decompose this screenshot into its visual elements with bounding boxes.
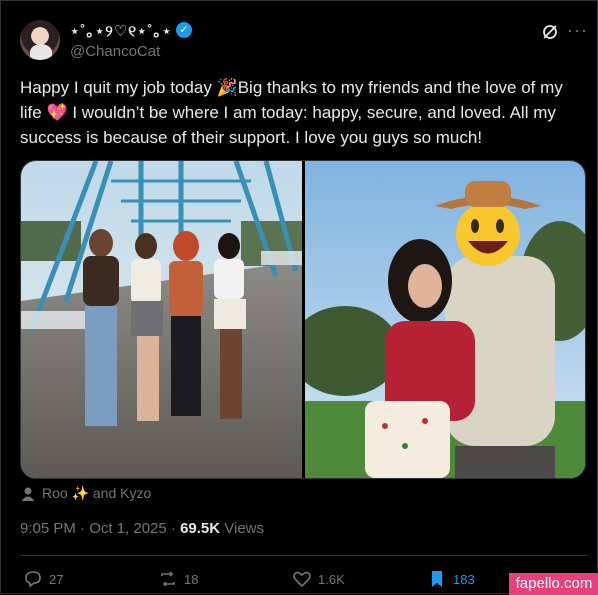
media-grid xyxy=(20,160,586,479)
reply-button[interactable]: 27 xyxy=(23,569,63,589)
watermark-label: fapello.com xyxy=(509,573,598,595)
photo-couple[interactable] xyxy=(305,161,585,478)
tweet-timestamp[interactable]: 9:05 PM · Oct 1, 2025 · xyxy=(20,520,180,537)
tagged-people[interactable]: Roo ✨ and Kyzo xyxy=(20,485,151,502)
like-count: 1.6K xyxy=(318,571,345,587)
repost-count: 18 xyxy=(184,571,199,587)
avatar[interactable] xyxy=(20,20,60,60)
reply-count: 27 xyxy=(49,571,64,587)
views-count: 69.5K xyxy=(180,520,221,537)
photo-friends-on-bridge[interactable] xyxy=(21,161,302,478)
reply-icon xyxy=(25,571,41,588)
tweet-meta: 9:05 PM · Oct 1, 2025 · 69.5K Views xyxy=(20,520,264,537)
bookmark-button[interactable]: 183 xyxy=(427,569,475,589)
repost-button[interactable]: 18 xyxy=(158,569,198,589)
like-icon xyxy=(293,571,311,588)
like-button[interactable]: 1.6K xyxy=(292,569,345,589)
grok-icon[interactable] xyxy=(541,23,559,41)
bookmark-count: 183 xyxy=(453,571,475,587)
bookmark-icon xyxy=(432,571,442,587)
tweet-card: ⋆˚｡⋆୨♡୧⋆˚｡⋆ ✓ @ChancoCat ··· Happy I qui… xyxy=(0,0,598,595)
user-handle[interactable]: @ChancoCat xyxy=(70,43,160,60)
person-icon xyxy=(21,487,35,501)
verified-badge-icon: ✓ xyxy=(176,22,192,38)
repost-icon xyxy=(161,571,175,587)
more-icon[interactable]: ··· xyxy=(567,21,587,41)
tagged-people-label: Roo ✨ and Kyzo xyxy=(42,485,152,501)
views-label: Views xyxy=(220,520,265,537)
display-name[interactable]: ⋆˚｡⋆୨♡୧⋆˚｡⋆ xyxy=(70,20,172,41)
divider xyxy=(20,555,588,556)
tweet-text: Happy I quit my job today 🎉Big thanks to… xyxy=(20,78,563,147)
